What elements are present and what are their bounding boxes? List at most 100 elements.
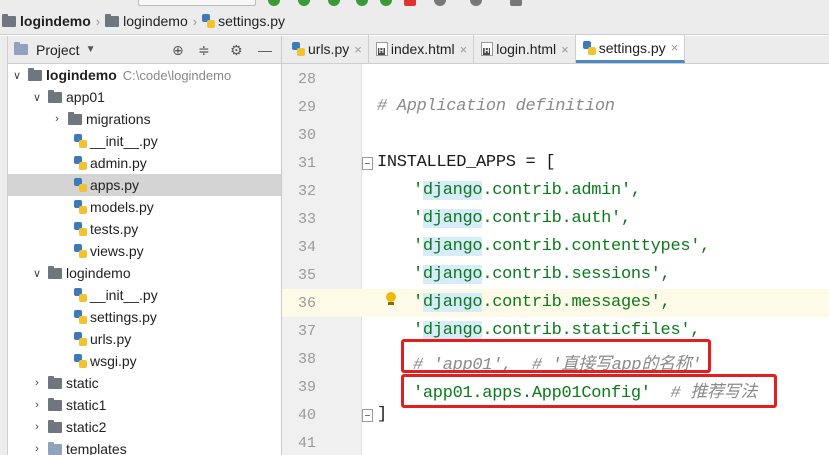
chevron-right-icon[interactable]: › — [50, 113, 64, 125]
python-file-icon — [74, 332, 87, 346]
python-file-icon — [74, 178, 87, 192]
chevron-right-icon: › — [192, 13, 198, 29]
code-line-31: INSTALLED_APPS = [ — [377, 153, 556, 172]
line-number: 35 — [297, 267, 316, 284]
breadcrumb-item-package[interactable]: logindemo — [105, 13, 188, 29]
chevron-down-icon[interactable]: ∨ — [30, 267, 44, 280]
html-file-icon — [375, 42, 388, 56]
tree-item-settings[interactable]: settings.py — [8, 306, 281, 328]
main-toolbar — [0, 0, 829, 8]
concurrency-icon[interactable] — [380, 0, 392, 6]
chevron-right-icon[interactable]: › — [30, 399, 44, 411]
debug-icon[interactable] — [298, 0, 310, 6]
tree-item-migrations[interactable]: › migrations — [8, 108, 281, 130]
line-number: 29 — [297, 99, 316, 116]
tab-index-html[interactable]: index.html × — [369, 35, 475, 63]
breadcrumb-item-file[interactable]: settings.py — [202, 13, 285, 29]
breadcrumb-label: logindemo — [20, 13, 91, 29]
fold-marker-icon[interactable] — [362, 409, 373, 422]
tree-item-app01[interactable]: ∨ app01 — [8, 86, 281, 108]
coverage-icon[interactable] — [328, 0, 340, 6]
code-token: django — [422, 321, 483, 340]
close-icon[interactable]: × — [561, 42, 569, 57]
tree-item-label: static — [66, 375, 99, 391]
tree-item-admin[interactable]: admin.py — [8, 152, 281, 174]
project-path: C:\code\logindemo — [122, 67, 232, 83]
tree-item-static[interactable]: › static — [8, 372, 281, 394]
tree-item-templates[interactable]: › templates — [8, 438, 281, 455]
fold-marker-icon[interactable] — [362, 157, 373, 170]
tree-item-init[interactable]: __init__.py — [8, 130, 281, 152]
tab-settings[interactable]: settings.py × — [575, 35, 686, 63]
line-number: 38 — [297, 351, 316, 368]
tree-item-apps[interactable]: apps.py — [8, 174, 281, 196]
code-line-40: ] — [377, 405, 387, 424]
folder-icon — [68, 111, 82, 125]
project-view-selector[interactable]: Project — [36, 42, 80, 58]
locate-file-icon[interactable]: ⊕ — [172, 42, 184, 58]
lightbulb-icon[interactable] — [385, 292, 397, 306]
editor-tab-bar: urls.py × index.html × login.html × sett… — [282, 35, 829, 64]
tree-item-wsgi[interactable]: wsgi.py — [8, 350, 281, 372]
chevron-down-icon[interactable]: ∨ — [30, 91, 44, 104]
close-icon[interactable]: × — [354, 42, 362, 57]
tab-label: urls.py — [308, 41, 350, 57]
tree-item-label: app01 — [66, 89, 105, 105]
code-token: django — [422, 265, 483, 284]
tree-item-label: wsgi.py — [90, 353, 137, 369]
code-token: ' — [413, 181, 423, 200]
tree-item-label: apps.py — [90, 177, 140, 193]
chevron-right-icon[interactable]: › — [30, 377, 44, 389]
search-everywhere-icon[interactable] — [470, 0, 482, 6]
line-number: 41 — [297, 435, 316, 452]
tab-login-html[interactable]: login.html × — [474, 35, 576, 63]
tab-urls[interactable]: urls.py × — [282, 35, 369, 63]
python-file-icon — [292, 42, 305, 56]
collapse-all-icon[interactable]: ≑ — [198, 42, 210, 58]
run-icon[interactable] — [268, 0, 280, 6]
line-number: 30 — [297, 127, 316, 144]
tool-window-strip — [0, 36, 8, 455]
tree-item-label: logindemo — [46, 67, 117, 83]
chevron-right-icon[interactable]: › — [30, 443, 44, 455]
gear-icon[interactable]: ⚙ — [230, 42, 243, 58]
tree-item-init[interactable]: __init__.py — [8, 284, 281, 306]
hide-panel-icon[interactable]: — — [258, 42, 272, 58]
tree-item-tests[interactable]: tests.py — [8, 218, 281, 240]
close-icon[interactable]: × — [671, 40, 679, 55]
tree-item-root[interactable]: ∨ logindemo C:\code\logindemo — [8, 64, 281, 86]
tree-item-urls[interactable]: urls.py — [8, 328, 281, 350]
build-icon[interactable] — [434, 0, 446, 6]
tree-item-label: static1 — [66, 397, 107, 413]
python-file-icon — [74, 310, 87, 324]
tree-item-views[interactable]: views.py — [8, 240, 281, 262]
tree-item-logindemo-pkg[interactable]: ∨ logindemo — [8, 262, 281, 284]
breadcrumb-item-project[interactable]: logindemo — [2, 13, 91, 29]
tree-item-label: admin.py — [90, 155, 147, 171]
chevron-down-icon[interactable]: ∨ — [10, 69, 24, 82]
code-token: ' — [413, 237, 423, 256]
chevron-down-icon[interactable]: ▼ — [86, 44, 96, 55]
folder-icon — [105, 13, 120, 27]
tree-item-static1[interactable]: › static1 — [8, 394, 281, 416]
line-number: 39 — [297, 379, 316, 396]
code-line-33: 'django.contrib.auth', — [413, 209, 631, 228]
folder-icon — [48, 265, 62, 279]
close-icon[interactable]: × — [460, 42, 468, 57]
annotation-box — [401, 374, 777, 408]
tree-item-models[interactable]: models.py — [8, 196, 281, 218]
tree-item-label: logindemo — [66, 265, 131, 281]
python-file-icon — [74, 288, 87, 302]
line-number: 34 — [297, 239, 316, 256]
chevron-right-icon: › — [95, 13, 101, 29]
stop-icon[interactable] — [404, 0, 416, 6]
folder-icon — [48, 419, 62, 433]
chevron-right-icon[interactable]: › — [30, 421, 44, 433]
tree-item-static2[interactable]: › static2 — [8, 416, 281, 438]
sdk-icon[interactable] — [510, 0, 522, 6]
run-config-selector[interactable] — [138, 0, 256, 6]
line-number: 40 — [297, 407, 316, 424]
breadcrumb-label: logindemo — [123, 13, 188, 29]
profile-icon[interactable] — [356, 0, 368, 6]
line-number: 36 — [297, 295, 316, 312]
